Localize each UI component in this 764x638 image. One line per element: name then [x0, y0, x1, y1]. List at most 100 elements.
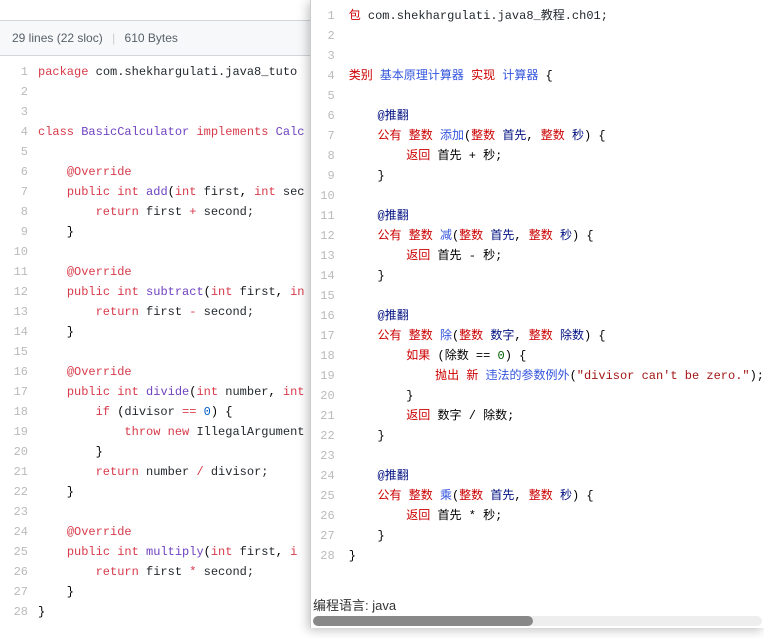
code-line[interactable]: throw new IllegalArgument	[38, 422, 310, 442]
code-line[interactable]: @Override	[38, 362, 310, 382]
code-line[interactable]: 包 com.shekhargulati.java8_教程.ch01;	[349, 6, 764, 26]
line-number: 13	[311, 246, 335, 266]
line-number: 23	[0, 502, 28, 522]
code-line[interactable]: public int divide(int number, int	[38, 382, 310, 402]
line-number: 6	[0, 162, 28, 182]
code-line[interactable]: @推翻	[349, 106, 764, 126]
line-number: 25	[0, 542, 28, 562]
code-line[interactable]: }	[349, 266, 764, 286]
code-line[interactable]: }	[38, 442, 310, 462]
code-line[interactable]: public int multiply(int first, i	[38, 542, 310, 562]
code-line[interactable]	[349, 186, 764, 206]
code-line[interactable]: }	[38, 602, 310, 622]
line-number: 6	[311, 106, 335, 126]
line-number: 12	[311, 226, 335, 246]
code-line[interactable]: return first * second;	[38, 562, 310, 582]
code-line[interactable]: class BasicCalculator implements Calc	[38, 122, 310, 142]
code-line[interactable]: @推翻	[349, 466, 764, 486]
code-line[interactable]	[349, 26, 764, 46]
code-line[interactable]	[38, 102, 310, 122]
code-line[interactable]: 公有 整数 除(整数 数字, 整数 除数) {	[349, 326, 764, 346]
code-line[interactable]: 返回 首先 - 秒;	[349, 246, 764, 266]
code-line[interactable]	[38, 82, 310, 102]
code-line[interactable]: 公有 整数 乘(整数 首先, 整数 秒) {	[349, 486, 764, 506]
code-line[interactable]: 公有 整数 减(整数 首先, 整数 秒) {	[349, 226, 764, 246]
line-number: 19	[0, 422, 28, 442]
code-line[interactable]: }	[38, 582, 310, 602]
code-line[interactable]: return first - second;	[38, 302, 310, 322]
separator: |	[112, 31, 115, 45]
code-line[interactable]: }	[38, 222, 310, 242]
file-info-header: 29 lines (22 sloc) | 610 Bytes	[0, 20, 310, 56]
line-number: 17	[0, 382, 28, 402]
language-label: 编程语言: java	[313, 595, 396, 614]
file-size: 610 Bytes	[125, 31, 178, 45]
line-number-gutter: 1234567891011121314151617181920212223242…	[0, 62, 38, 622]
code-line[interactable]	[349, 46, 764, 66]
code-line[interactable]: 类别 基本原理计算器 实现 计算器 {	[349, 66, 764, 86]
line-number: 27	[0, 582, 28, 602]
code-line[interactable]: package com.shekhargulati.java8_tuto	[38, 62, 310, 82]
line-number: 23	[311, 446, 335, 466]
code-line[interactable]: }	[349, 526, 764, 546]
line-number: 7	[0, 182, 28, 202]
code-line[interactable]: }	[349, 166, 764, 186]
line-number: 8	[0, 202, 28, 222]
line-number: 16	[0, 362, 28, 382]
scrollbar-thumb[interactable]	[313, 616, 533, 626]
code-line[interactable]: 返回 数字 / 除数;	[349, 406, 764, 426]
line-number: 26	[311, 506, 335, 526]
code-line[interactable]: }	[38, 322, 310, 342]
code-line[interactable]	[349, 86, 764, 106]
code-line[interactable]: 公有 整数 添加(整数 首先, 整数 秒) {	[349, 126, 764, 146]
line-number: 20	[0, 442, 28, 462]
code-line[interactable]: 返回 首先 * 秒;	[349, 506, 764, 526]
code-line[interactable]: }	[349, 426, 764, 446]
code-content[interactable]: 包 com.shekhargulati.java8_教程.ch01; 类别 基本…	[349, 6, 764, 566]
line-number: 1	[311, 6, 335, 26]
code-line[interactable]: public int add(int first, int sec	[38, 182, 310, 202]
code-line[interactable]: return number / divisor;	[38, 462, 310, 482]
code-line[interactable]: }	[349, 546, 764, 566]
code-line[interactable]: 返回 首先 + 秒;	[349, 146, 764, 166]
code-line[interactable]: @Override	[38, 262, 310, 282]
code-line[interactable]: 如果 (除数 == 0) {	[349, 346, 764, 366]
right-code-block[interactable]: 1234567891011121314151617181920212223242…	[311, 0, 764, 566]
left-code-block[interactable]: 1234567891011121314151617181920212223242…	[0, 62, 310, 622]
code-line[interactable]: @推翻	[349, 306, 764, 326]
line-number: 4	[311, 66, 335, 86]
code-line[interactable]: if (divisor == 0) {	[38, 402, 310, 422]
line-number: 26	[0, 562, 28, 582]
line-number: 27	[311, 526, 335, 546]
line-number: 10	[311, 186, 335, 206]
code-content[interactable]: package com.shekhargulati.java8_tuto cla…	[38, 62, 310, 622]
code-line[interactable]	[349, 286, 764, 306]
horizontal-scrollbar[interactable]	[313, 616, 762, 626]
line-number: 5	[0, 142, 28, 162]
line-number: 11	[311, 206, 335, 226]
code-line[interactable]	[38, 142, 310, 162]
code-line[interactable]	[349, 446, 764, 466]
code-line[interactable]: 抛出 新 违法的参数例外("divisor can't be zero.");	[349, 366, 764, 386]
code-line[interactable]	[38, 342, 310, 362]
code-line[interactable]: public int subtract(int first, in	[38, 282, 310, 302]
line-number: 3	[0, 102, 28, 122]
line-number: 1	[0, 62, 28, 82]
line-number: 2	[311, 26, 335, 46]
line-number: 9	[311, 166, 335, 186]
code-line[interactable]	[38, 502, 310, 522]
code-line[interactable]: }	[349, 386, 764, 406]
code-line[interactable]: @推翻	[349, 206, 764, 226]
code-line[interactable]: }	[38, 482, 310, 502]
code-line[interactable]: @Override	[38, 162, 310, 182]
code-line[interactable]	[38, 242, 310, 262]
line-number: 16	[311, 306, 335, 326]
line-number: 19	[311, 366, 335, 386]
code-line[interactable]: return first + second;	[38, 202, 310, 222]
line-number: 25	[311, 486, 335, 506]
line-number: 11	[0, 262, 28, 282]
line-number: 28	[0, 602, 28, 622]
line-number: 13	[0, 302, 28, 322]
line-number: 9	[0, 222, 28, 242]
code-line[interactable]: @Override	[38, 522, 310, 542]
